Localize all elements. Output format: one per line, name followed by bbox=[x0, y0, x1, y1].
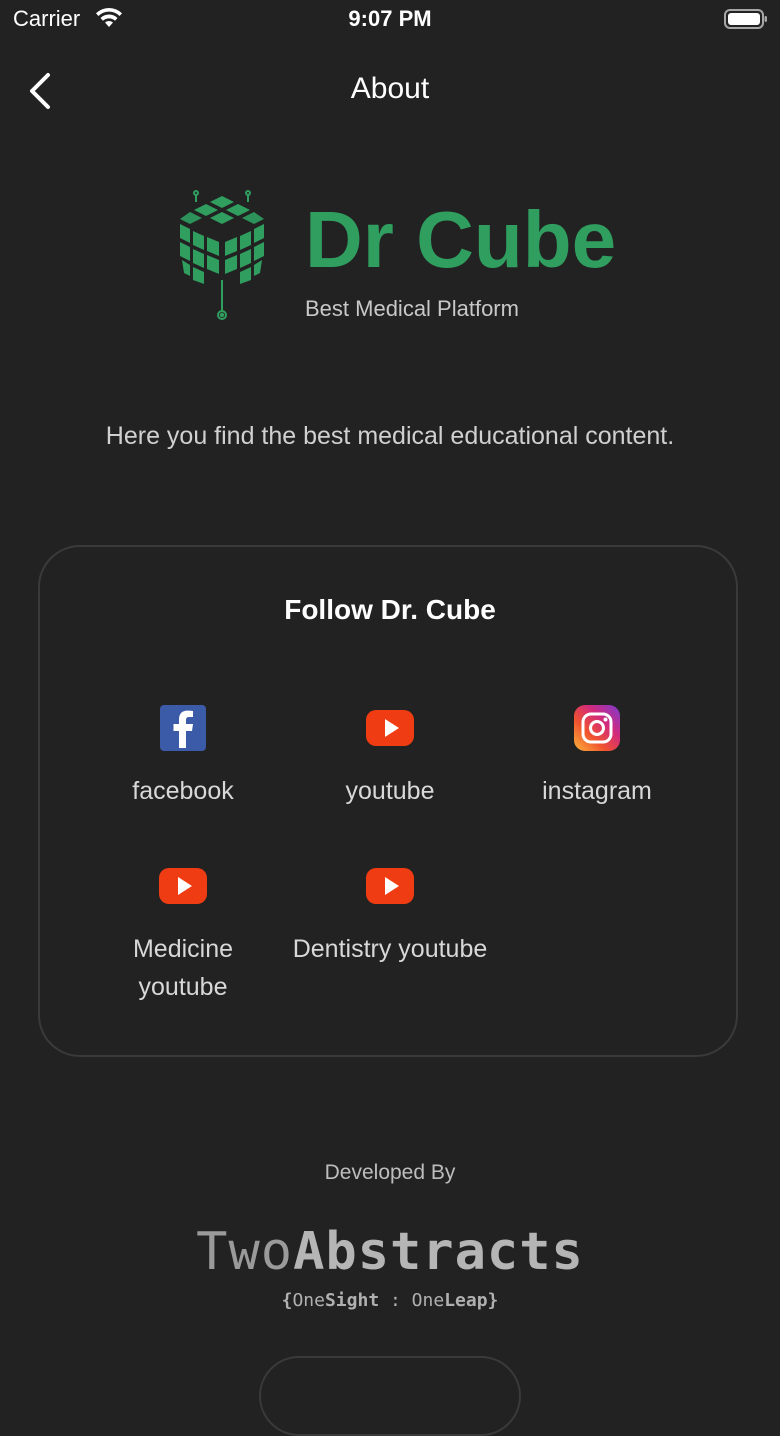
sub-leap: Leap bbox=[444, 1290, 488, 1311]
sub-sight: Sight bbox=[324, 1290, 380, 1311]
brand-name: Dr Cube bbox=[305, 195, 617, 284]
developer-subtitle: {OneSight : OneLeap} bbox=[0, 1290, 780, 1311]
instagram-icon bbox=[574, 705, 620, 751]
battery-icon bbox=[724, 9, 767, 29]
brand-tagline: Best Medical Platform bbox=[305, 296, 519, 321]
youtube-icon bbox=[366, 868, 414, 904]
sub-one-b: One bbox=[411, 1290, 445, 1311]
page-title: About bbox=[350, 72, 430, 105]
facebook-icon bbox=[160, 705, 206, 751]
dentistry-youtube-link[interactable]: Dentistry youtube bbox=[285, 862, 495, 968]
developer-name-light: Two bbox=[196, 1222, 294, 1282]
youtube-icon bbox=[159, 868, 207, 904]
youtube-icon bbox=[366, 710, 414, 746]
youtube-link[interactable]: youtube bbox=[285, 704, 495, 810]
developed-by-caption: Developed By bbox=[324, 1161, 456, 1184]
developer-name-bold: Abstracts bbox=[293, 1222, 584, 1282]
dr-cube-logo-icon bbox=[180, 190, 264, 320]
instagram-link[interactable]: instagram bbox=[492, 704, 702, 810]
status-time: 9:07 PM bbox=[348, 6, 432, 31]
youtube-label: youtube bbox=[345, 777, 435, 805]
bottom-pill-button[interactable] bbox=[259, 1356, 521, 1436]
brace-close: } bbox=[487, 1290, 499, 1311]
medicine-youtube-link[interactable]: Medicine youtube bbox=[78, 862, 288, 1006]
follow-title: Follow Dr. Cube bbox=[284, 594, 496, 625]
sub-one-a: One bbox=[292, 1290, 325, 1311]
instagram-label: instagram bbox=[542, 777, 652, 805]
brace-open: { bbox=[281, 1290, 293, 1311]
medicine-youtube-label: Medicine youtube bbox=[132, 935, 234, 1001]
facebook-label: facebook bbox=[132, 777, 234, 805]
developer-logo: TwoAbstracts bbox=[0, 1222, 780, 1282]
intro-text: Here you find the best medical education… bbox=[105, 422, 675, 450]
sub-separator: : bbox=[379, 1290, 412, 1311]
facebook-link[interactable]: facebook bbox=[78, 704, 288, 810]
dentistry-youtube-label: Dentistry youtube bbox=[292, 935, 488, 963]
